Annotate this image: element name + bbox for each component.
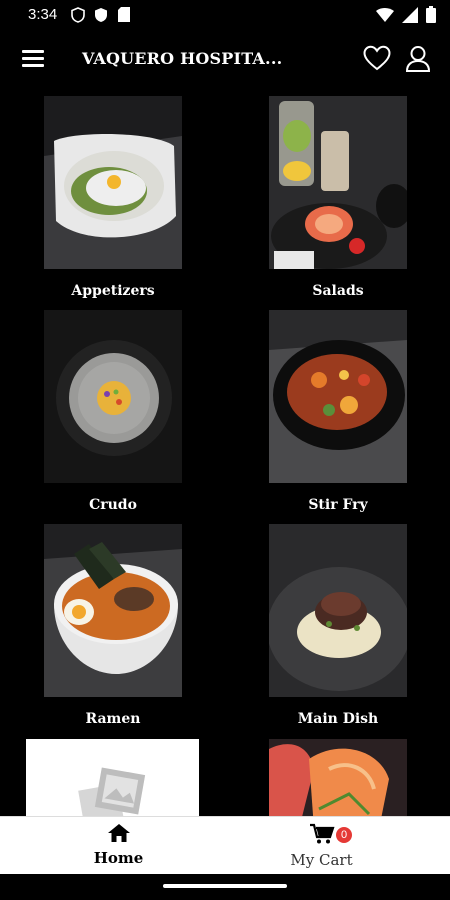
battery-icon (426, 6, 436, 23)
category-image (44, 310, 182, 483)
wifi-icon (376, 7, 394, 22)
category-image (269, 96, 407, 269)
status-bar: 3:34 (0, 0, 450, 30)
sd-card-icon (118, 7, 130, 22)
page-title: VAQUERO HOSPITA... (82, 49, 283, 68)
category-image (44, 96, 182, 269)
bottom-navigation: Home 0 My Cart (0, 816, 450, 875)
home-gesture-handle[interactable] (163, 884, 287, 888)
nav-home-label: Home (93, 849, 144, 867)
status-time: 3:34 (28, 6, 58, 23)
security-icon (95, 8, 107, 22)
category-label: Main Dish (297, 711, 379, 727)
category-tile-stir-fry[interactable]: Stir Fry (269, 310, 407, 513)
nav-home[interactable]: Home (6, 823, 231, 867)
signal-icon (402, 6, 418, 23)
system-navigation-bar (0, 874, 450, 900)
category-image (269, 524, 407, 697)
nav-cart-label: My Cart (290, 851, 353, 869)
category-image (44, 524, 182, 697)
home-icon (107, 824, 130, 842)
category-label: Appetizers (71, 283, 155, 299)
category-tile-crudo[interactable]: Crudo (44, 310, 182, 513)
shield-icon (71, 7, 85, 23)
category-image (269, 310, 407, 483)
category-label: Salads (312, 283, 364, 299)
cart-count-badge: 0 (336, 827, 352, 843)
category-label: Stir Fry (308, 497, 368, 513)
category-tile-salads[interactable]: Salads (269, 96, 407, 299)
heart-icon[interactable] (363, 45, 391, 71)
cart-icon (309, 823, 335, 844)
category-tile-main-dish[interactable]: Main Dish (269, 524, 407, 727)
category-tile-appetizers[interactable]: Appetizers (44, 96, 182, 299)
category-label: Crudo (89, 497, 137, 513)
category-label: Ramen (85, 711, 141, 727)
nav-my-cart[interactable]: 0 My Cart (209, 823, 434, 869)
hamburger-menu-icon[interactable] (22, 50, 44, 68)
category-tile-ramen[interactable]: Ramen (44, 524, 182, 727)
user-icon[interactable] (405, 45, 431, 73)
app-bar: VAQUERO HOSPITA... (0, 30, 450, 90)
